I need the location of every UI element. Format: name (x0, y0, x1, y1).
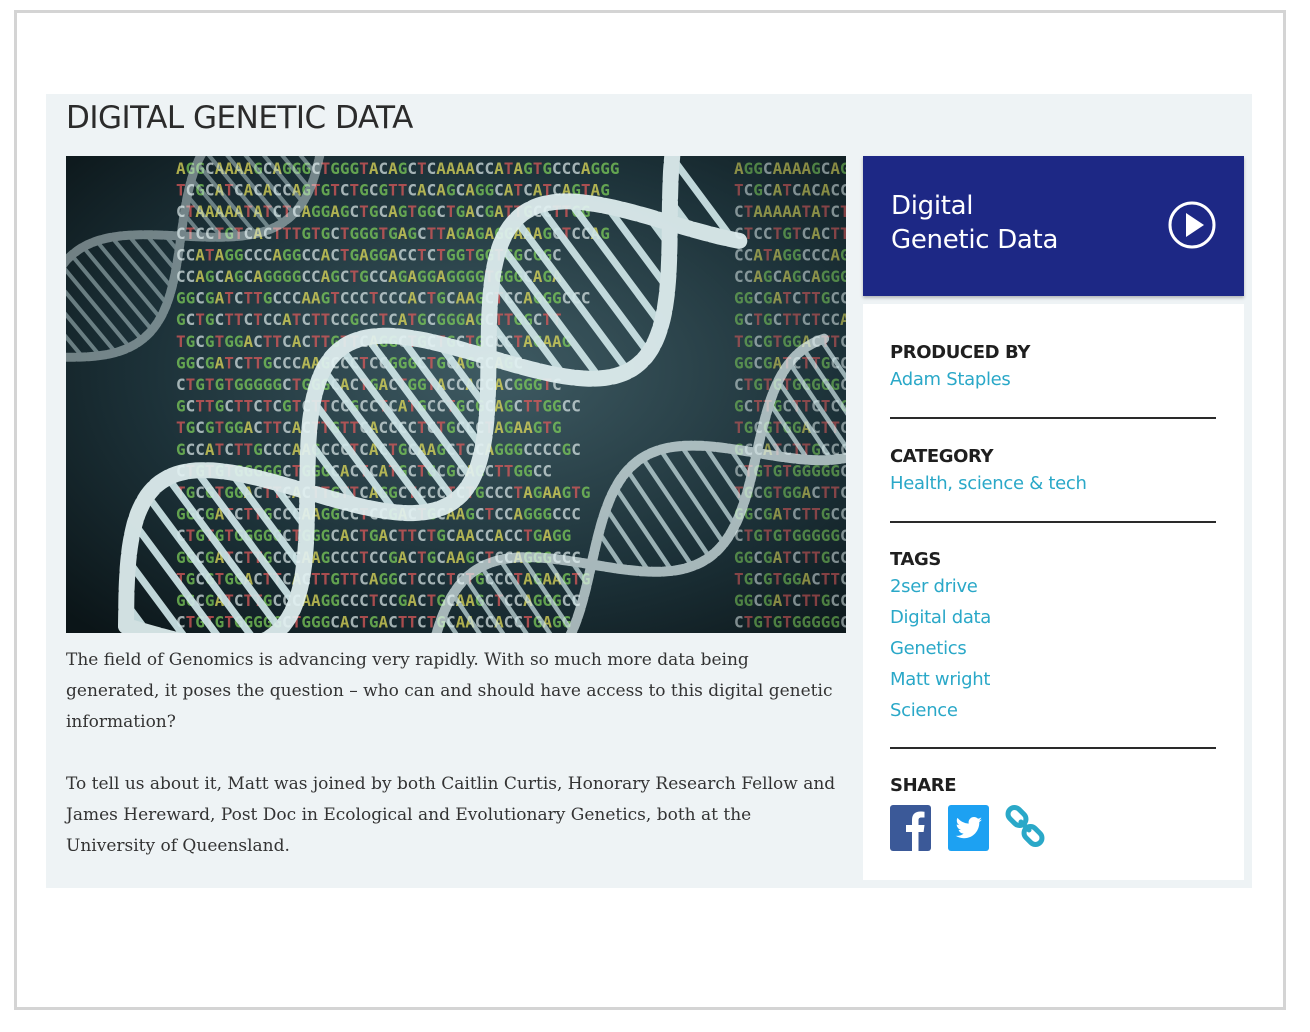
divider (890, 521, 1216, 523)
sequence-line: GGCGATCTTGCCCAAGTCCCTCCCACTGCAAGCTCCAGGG… (176, 289, 591, 308)
tag-link-matt-wright[interactable]: Matt wright (890, 664, 1216, 695)
info-card: PRODUCED BY Adam Staples CATEGORY Health… (863, 304, 1244, 880)
sequence-line: TGCGTGGACTTCACTTGTTCAGGCTGCTGCTGCCCTAGAA… (734, 332, 846, 351)
sequence-line: TGCGTGGACTTCACTTGTTCAGGCTCCCTCTGCCCTAGAA… (734, 569, 846, 588)
sequence-line: AGGCAAAAGCAGGGCTGGGTACAGCTCAAAACCATAGTGC… (734, 159, 846, 178)
sequence-line: GCTGCTTCTCCATCTTCCGCCTCATGCGGGAGCTTGGCTT (734, 310, 846, 329)
audio-player: Digital Genetic Data (863, 156, 1244, 296)
share-icons (890, 805, 1090, 851)
facebook-share-button[interactable] (890, 805, 931, 856)
sequence-line: TCGCATCACACCAGTGTCTGCGTTCACAGCAGGCATCATC… (734, 181, 846, 200)
play-button[interactable] (1167, 196, 1217, 254)
tag-link-science[interactable]: Science (890, 695, 1216, 726)
sequence-line: GGCGATCTTGCCCAAGGCCCTCCGACTGCAAGCTCCAGGG… (176, 591, 581, 610)
twitter-icon (948, 805, 989, 851)
share-section: SHARE (890, 775, 1216, 851)
tags-section: TAGS 2ser drive Digital data Genetics Ma… (890, 549, 1216, 726)
sequence-line: CCAGCAGCAGGGGCCAGCTGCCAGAGGAGGGGTGGGCAGA (734, 267, 846, 286)
tags-label: TAGS (890, 549, 941, 570)
play-icon (1168, 201, 1216, 249)
dna-illustration: AGGCAAAAGCAGGGCTGGGTACAGCTCAAAACCATAGTGC… (66, 156, 846, 633)
article-body: The field of Genomics is advancing very … (66, 645, 836, 893)
sequence-line: CCATAGGCCCAGGCCACTGAGGACCTCTGGTGGTGGCGGC (734, 245, 846, 264)
tag-link-2ser-drive[interactable]: 2ser drive (890, 571, 1216, 602)
category-section: CATEGORY Health, science & tech (890, 446, 1216, 499)
sequence-line: CTAAAAATATCTCAGGAGCTGCAGTGGCTGACGATTGCCT… (734, 202, 846, 221)
produced-by-label: PRODUCED BY (890, 342, 1030, 363)
player-title: Digital Genetic Data (891, 189, 1141, 257)
tag-link-digital-data[interactable]: Digital data (890, 602, 1216, 633)
sequence-line: GGCGATCTTGCCCAAGCCCTCCGACTGCAAGCTCCAGGGC… (734, 548, 846, 567)
sequence-line: CTGTGTGGGGGCTGGGCACTGACTTCTGCAACCACCTGAG… (734, 526, 846, 545)
article-paragraph-1: The field of Genomics is advancing very … (66, 650, 833, 732)
link-icon (1005, 805, 1045, 847)
tag-link-genetics[interactable]: Genetics (890, 633, 1216, 664)
producer-link[interactable]: Adam Staples (890, 364, 1216, 395)
sequence-line: GGCGATCTTGCCCAAGGCCTCCGACTGCAAGCTCCAGGGC… (734, 505, 846, 524)
article-paragraph-2: To tell us about it, Matt was joined by … (66, 774, 836, 856)
copy-link-button[interactable] (1004, 805, 1048, 856)
sequence-line: GCTGCTTCTCCATCTTCCGCCTCATGCGGGAGCTTGGCTT (176, 310, 562, 329)
facebook-icon (890, 805, 931, 851)
produced-by-section: PRODUCED BY Adam Staples (890, 342, 1216, 395)
category-label: CATEGORY (890, 446, 994, 467)
hero-image: AGGCAAAAGCAGGGCTGGGTACAGCTCAAAACCATAGTGC… (66, 156, 846, 633)
divider (890, 747, 1216, 749)
player-title-line-2: Genetic Data (891, 225, 1059, 255)
divider (890, 417, 1216, 419)
sequence-line: CTGTGTGGGGGCTGGGCACTGACTTCTGCAACCACCTGAG… (734, 613, 846, 632)
twitter-share-button[interactable] (948, 805, 989, 856)
page-title: DIGITAL GENETIC DATA (66, 100, 413, 136)
sequence-line: CCAGCAGCAGGGGCCAGCTGCCAGAGGAGGGGTGGGCAGA (176, 267, 562, 286)
share-label: SHARE (890, 775, 957, 796)
sequence-line: CTCCTGTCACTTTGTGCTGGGTGAGCTTAGAGAGGAAAGC… (734, 224, 846, 243)
player-title-line-1: Digital (891, 191, 974, 221)
sequence-line: GGCGATCTTGCCCAAGTCCCTCCCACTGCAAGCTCCAGGG… (734, 289, 846, 308)
sequence-line: GGCGATCTTGCCCAAGGCCCTCCGACTGCAAGCTCCAGGG… (734, 591, 846, 610)
category-link[interactable]: Health, science & tech (890, 468, 1216, 499)
